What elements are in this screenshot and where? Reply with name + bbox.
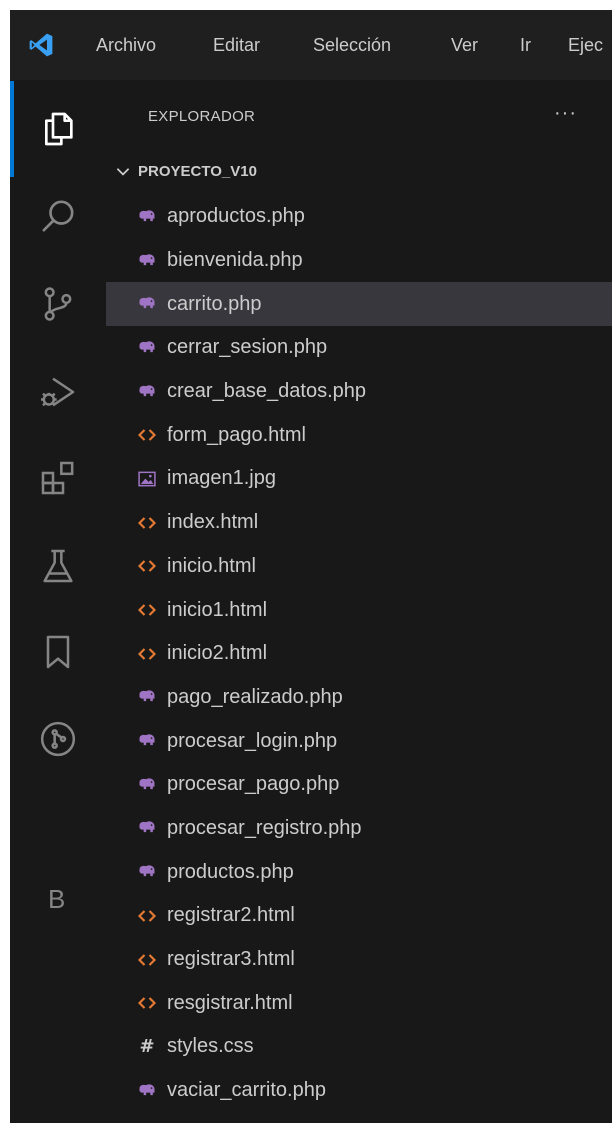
menu-editar[interactable]: Editar: [213, 33, 260, 57]
file-item[interactable]: # styles.css: [106, 1025, 612, 1069]
file-item[interactable]: pago_realizado.php: [106, 676, 612, 720]
file-item[interactable]: procesar_pago.php: [106, 763, 612, 807]
vscode-window: Archivo Editar Selección Ver Ir Ejec B E…: [10, 10, 612, 1123]
folder-header[interactable]: PROYECTO_V10: [114, 156, 257, 186]
php-file-icon: [136, 861, 158, 883]
explorer-sidebar: EXPLORADOR ··· PROYECTO_V10 aproductos.p…: [106, 80, 612, 1123]
git-graph-icon[interactable]: [34, 715, 82, 763]
explorer-icon[interactable]: [34, 105, 82, 153]
file-item[interactable]: cerrar_sesion.php: [106, 326, 612, 370]
php-file-icon: [136, 730, 158, 752]
run-debug-icon[interactable]: [34, 368, 82, 416]
activity-bar: B: [10, 80, 106, 1123]
file-item[interactable]: bienvenida.php: [106, 239, 612, 283]
file-name: vaciar_carrito.php: [167, 1079, 326, 1102]
explorer-title: EXPLORADOR: [148, 108, 256, 125]
php-file-icon: [136, 381, 158, 403]
html-file-icon: [136, 512, 158, 534]
file-item[interactable]: inicio1.html: [106, 588, 612, 632]
file-item[interactable]: aproductos.php: [106, 195, 612, 239]
bookmarks-icon[interactable]: [34, 628, 82, 676]
file-name: pago_realizado.php: [167, 685, 343, 708]
php-file-icon: [136, 337, 158, 359]
folder-name: PROYECTO_V10: [138, 162, 257, 180]
active-indicator: [10, 81, 14, 177]
php-file-icon: [136, 817, 158, 839]
file-name: resgistrar.html: [167, 991, 293, 1014]
file-name: form_pago.html: [167, 423, 306, 446]
html-file-icon: [136, 992, 158, 1014]
css-hash-icon: #: [139, 1036, 155, 1058]
html-file-icon: [136, 555, 158, 577]
file-name: crear_base_datos.php: [167, 380, 367, 403]
php-file-icon: [136, 686, 158, 708]
html-file-icon: [136, 949, 158, 971]
menu-seleccion[interactable]: Selección: [313, 33, 391, 57]
file-name: inicio.html: [167, 554, 256, 577]
menu-ir[interactable]: Ir: [520, 33, 531, 57]
chevron-down-icon: [116, 168, 130, 176]
php-file-icon: [136, 206, 158, 228]
extension-b-icon[interactable]: B: [48, 884, 65, 915]
menu-ejecutar[interactable]: Ejec: [568, 33, 603, 57]
testing-flask-icon[interactable]: [34, 542, 82, 590]
html-file-icon: [136, 643, 158, 665]
more-actions-button[interactable]: ···: [554, 102, 577, 125]
file-name: imagen1.jpg: [167, 467, 276, 490]
file-name: inicio2.html: [167, 642, 268, 665]
file-item[interactable]: procesar_login.php: [106, 719, 612, 763]
vscode-logo-icon: [29, 33, 53, 57]
file-name: procesar_pago.php: [167, 773, 340, 796]
html-file-icon: [136, 905, 158, 927]
file-name: index.html: [167, 511, 259, 534]
php-file-icon: [136, 1080, 158, 1102]
file-item[interactable]: form_pago.html: [106, 413, 612, 457]
file-name: styles.css: [167, 1035, 254, 1058]
file-name: registrar2.html: [167, 904, 295, 927]
file-item[interactable]: procesar_registro.php: [106, 807, 612, 851]
file-name: registrar3.html: [167, 948, 295, 971]
file-item[interactable]: inicio.html: [106, 545, 612, 589]
php-file-icon: [136, 774, 158, 796]
file-item[interactable]: resgistrar.html: [106, 981, 612, 1025]
file-item[interactable]: crear_base_datos.php: [106, 370, 612, 414]
html-file-icon: [136, 599, 158, 621]
php-file-icon: [136, 250, 158, 272]
image-file-icon: [136, 468, 158, 490]
file-name: productos.php: [167, 860, 294, 883]
html-file-icon: [136, 424, 158, 446]
source-control-icon[interactable]: [34, 280, 82, 328]
file-item[interactable]: vaciar_carrito.php: [106, 1069, 612, 1113]
file-item[interactable]: inicio2.html: [106, 632, 612, 676]
search-icon[interactable]: [34, 192, 82, 240]
file-name: inicio1.html: [167, 598, 268, 621]
file-name: aproductos.php: [167, 205, 305, 228]
file-item[interactable]: registrar2.html: [106, 894, 612, 938]
extensions-icon[interactable]: [34, 454, 82, 502]
file-item[interactable]: productos.php: [106, 850, 612, 894]
file-list: aproductos.php bienvenida.php carrito.php c…: [106, 195, 612, 1112]
file-item[interactable]: index.html: [106, 501, 612, 545]
file-name: cerrar_sesion.php: [167, 336, 328, 359]
menu-archivo[interactable]: Archivo: [96, 33, 156, 57]
file-name: carrito.php: [167, 292, 262, 315]
file-name: procesar_login.php: [167, 729, 338, 752]
menu-bar: Archivo Editar Selección Ver Ir Ejec: [10, 10, 612, 80]
file-name: procesar_registro.php: [167, 816, 362, 839]
menu-ver[interactable]: Ver: [451, 33, 478, 57]
file-item[interactable]: imagen1.jpg: [106, 457, 612, 501]
file-item[interactable]: carrito.php: [106, 282, 612, 327]
file-name: bienvenida.php: [167, 249, 303, 272]
php-file-icon: [136, 293, 158, 315]
file-item[interactable]: registrar3.html: [106, 938, 612, 982]
